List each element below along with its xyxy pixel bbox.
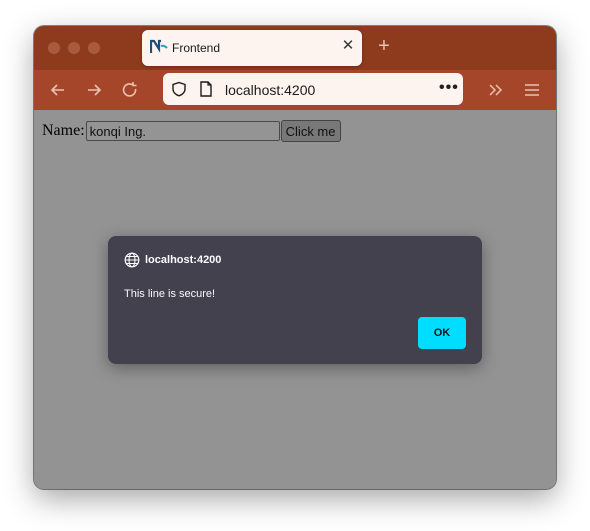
new-tab-icon[interactable]: + (374, 36, 394, 56)
page-content: Name: Click me localhost:4200 This line … (34, 110, 556, 489)
close-window-icon[interactable] (48, 42, 60, 54)
reload-icon[interactable] (120, 80, 140, 100)
minimize-window-icon[interactable] (68, 42, 80, 54)
overflow-chevrons-icon[interactable] (486, 80, 506, 100)
maximize-window-icon[interactable] (88, 42, 100, 54)
nx-favicon-icon (150, 39, 168, 53)
name-form: Name: Click me (42, 120, 341, 142)
alert-dialog: localhost:4200 This line is secure! OK (108, 236, 482, 364)
click-me-button[interactable]: Click me (280, 120, 341, 142)
tab-title: Frontend (172, 41, 221, 55)
globe-icon (124, 252, 140, 268)
browser-window: Frontend ✕ + localhost:4200 ••• Name: ko… (34, 26, 556, 489)
page-actions-icon[interactable]: ••• (439, 79, 459, 97)
tab-close-icon[interactable]: ✕ (339, 37, 357, 55)
name-input[interactable] (85, 121, 280, 141)
ok-button[interactable]: OK (418, 317, 466, 349)
back-icon[interactable] (48, 80, 68, 100)
address-bar[interactable]: localhost:4200 ••• (163, 73, 463, 105)
url-text: localhost:4200 (225, 82, 316, 98)
dialog-origin: localhost:4200 (145, 254, 222, 266)
name-label: Name: (42, 122, 85, 139)
navigation-toolbar: localhost:4200 ••• (34, 70, 556, 110)
hamburger-menu-icon[interactable] (522, 80, 542, 100)
dialog-message: This line is secure! (124, 288, 216, 300)
tab-frontend[interactable]: Frontend ✕ (142, 30, 362, 66)
shield-icon[interactable] (171, 81, 187, 97)
page-icon[interactable] (199, 81, 213, 97)
tab-bar: Frontend ✕ + (34, 26, 556, 70)
forward-icon[interactable] (84, 80, 104, 100)
